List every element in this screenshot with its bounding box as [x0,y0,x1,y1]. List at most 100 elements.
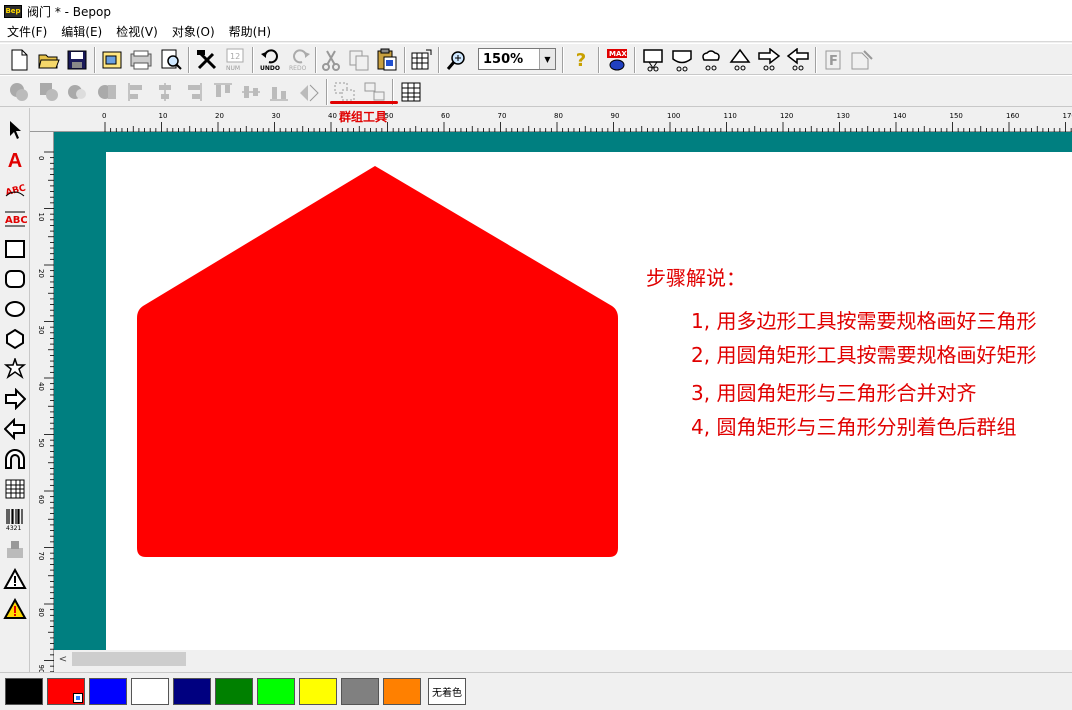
table-icon[interactable] [398,79,424,105]
color-swatch[interactable] [215,678,253,705]
scrollbar-thumb[interactable] [72,652,186,666]
menu-object[interactable]: 对象(O) [165,22,222,42]
zoom-select[interactable]: 150% ▼ [478,48,556,70]
image-tool-icon[interactable] [2,536,28,562]
undo-button[interactable]: UNDO [258,47,284,73]
left-arrow-tool-icon[interactable] [2,416,28,442]
horizontal-scrollbar[interactable]: < [54,650,1072,668]
arc-text-tool-icon[interactable]: ABC [2,176,28,202]
scroll-left-icon[interactable]: < [56,652,70,666]
selected-color-icon [73,693,83,703]
combine-icon[interactable] [6,79,32,105]
tube-cut-triangle-icon[interactable] [727,47,753,73]
exclude-icon[interactable] [94,79,120,105]
page-setup-icon[interactable] [128,47,154,73]
tools-icon[interactable] [194,47,220,73]
arch-tool-icon[interactable] [2,446,28,472]
color-swatch[interactable] [47,678,85,705]
menu-help[interactable]: 帮助(H) [222,22,278,42]
subtract-icon[interactable] [64,79,90,105]
ruler-tick-label: 60 [37,495,45,504]
ruler-tick-label: 170 [1063,112,1072,120]
ruler-tick-label: 20 [37,269,45,278]
ruler-tick-label: 20 [215,112,224,120]
align-bottom-icon[interactable] [266,79,292,105]
new-file-icon[interactable] [6,47,32,73]
menu-file[interactable]: 文件(F) [0,22,54,42]
zoom-icon[interactable] [444,47,470,73]
save-icon[interactable] [64,47,90,73]
ruler-tick-label: 10 [159,112,168,120]
numbering-icon[interactable]: 12 NUM [222,47,248,73]
barcode-tool-icon[interactable]: 4321 [2,506,28,532]
ruler-tick-label: 30 [272,112,281,120]
tube-cut-right-arrow-icon[interactable] [756,47,782,73]
max-label: MAX [609,50,627,58]
polygon-tool-icon[interactable] [2,326,28,352]
help-icon[interactable]: ? [568,47,594,73]
rectangle-tool-icon[interactable] [2,236,28,262]
intersect-icon[interactable] [36,79,62,105]
tube-cut-left-arrow-icon[interactable] [785,47,811,73]
color-swatch[interactable] [341,678,379,705]
redo-button[interactable]: REDO [287,47,313,73]
redo-label: REDO [289,65,307,72]
color-swatch[interactable] [89,678,127,705]
align-right-icon[interactable] [180,79,206,105]
import-image-icon[interactable] [100,47,126,73]
color-palette: 无着色 [0,672,1072,710]
table-tool-icon[interactable] [2,476,28,502]
chevron-down-icon[interactable]: ▼ [539,49,555,69]
left-toolbox: A ABC ABC 4321 [0,108,30,674]
menu-view[interactable]: 检视(V) [109,22,165,42]
max-brand-icon[interactable]: MAX [604,47,630,73]
vertical-ruler: 0 10 20 30 40 50 60 70 80 90 [30,132,54,673]
ruler-tick-label: 40 [328,112,337,120]
grid-settings-icon[interactable] [408,47,434,73]
menu-edit[interactable]: 编辑(E) [54,22,109,42]
window-title: 阀门 * - Bepop [27,4,111,19]
tube-cut-square-icon[interactable] [640,47,666,73]
svg-text:ABC: ABC [5,215,27,226]
align-center-h-icon[interactable] [152,79,178,105]
tube-cut-cloud-icon[interactable] [698,47,724,73]
vertical-ruler-scale: 0 10 20 30 40 50 60 70 80 90 [37,151,54,673]
color-swatch[interactable] [5,678,43,705]
color-swatch[interactable] [383,678,421,705]
text-tool-icon[interactable]: A [2,148,28,174]
warning-sign-white-icon[interactable] [2,566,28,592]
star-tool-icon[interactable] [2,356,28,382]
open-folder-icon[interactable] [36,47,62,73]
font-settings-icon[interactable]: F [821,47,847,73]
ruler-tick-label: 10 [37,213,45,222]
horizontal-ruler: 0 10 20 30 40 50 60 70 80 90 100 110 120 130 140 150 160… [30,108,1072,132]
select-arrow-icon[interactable] [2,117,28,143]
cut-settings-icon[interactable] [849,47,875,73]
color-swatch[interactable] [131,678,169,705]
color-swatch[interactable] [299,678,337,705]
right-arrow-tool-icon[interactable] [2,386,28,412]
align-center-v-icon[interactable] [238,79,264,105]
color-swatch[interactable] [257,678,295,705]
align-top-icon[interactable] [210,79,236,105]
ruler-tick-label: 40 [37,382,45,391]
vertical-text-tool-icon[interactable]: ABC [2,206,28,232]
main-toolbar: 12 NUM UNDO REDO 150% ▼ ? MAX F [0,43,1072,75]
warning-sign-yellow-icon[interactable] [2,596,28,622]
ruler-tick-label: 30 [37,326,45,335]
paste-icon[interactable] [374,47,400,73]
instructions-heading: 步骤解说： [646,266,746,290]
ruler-tick-label: 110 [724,112,737,120]
copy-icon[interactable] [346,47,372,73]
ellipse-tool-icon[interactable] [2,296,28,322]
color-swatch[interactable] [173,678,211,705]
no-color-swatch[interactable]: 无着色 [428,678,466,705]
cut-icon[interactable] [318,47,344,73]
ruler-tick-label: 70 [37,552,45,561]
horizontal-ruler-scale: 0 10 20 30 40 50 60 70 80 90 100 110 120 130 140 150 160… [102,112,1072,132]
rounded-rectangle-tool-icon[interactable] [2,266,28,292]
print-preview-icon[interactable] [158,47,184,73]
tube-cut-round-icon[interactable] [669,47,695,73]
align-left-icon[interactable] [124,79,150,105]
flip-icon[interactable] [296,79,322,105]
